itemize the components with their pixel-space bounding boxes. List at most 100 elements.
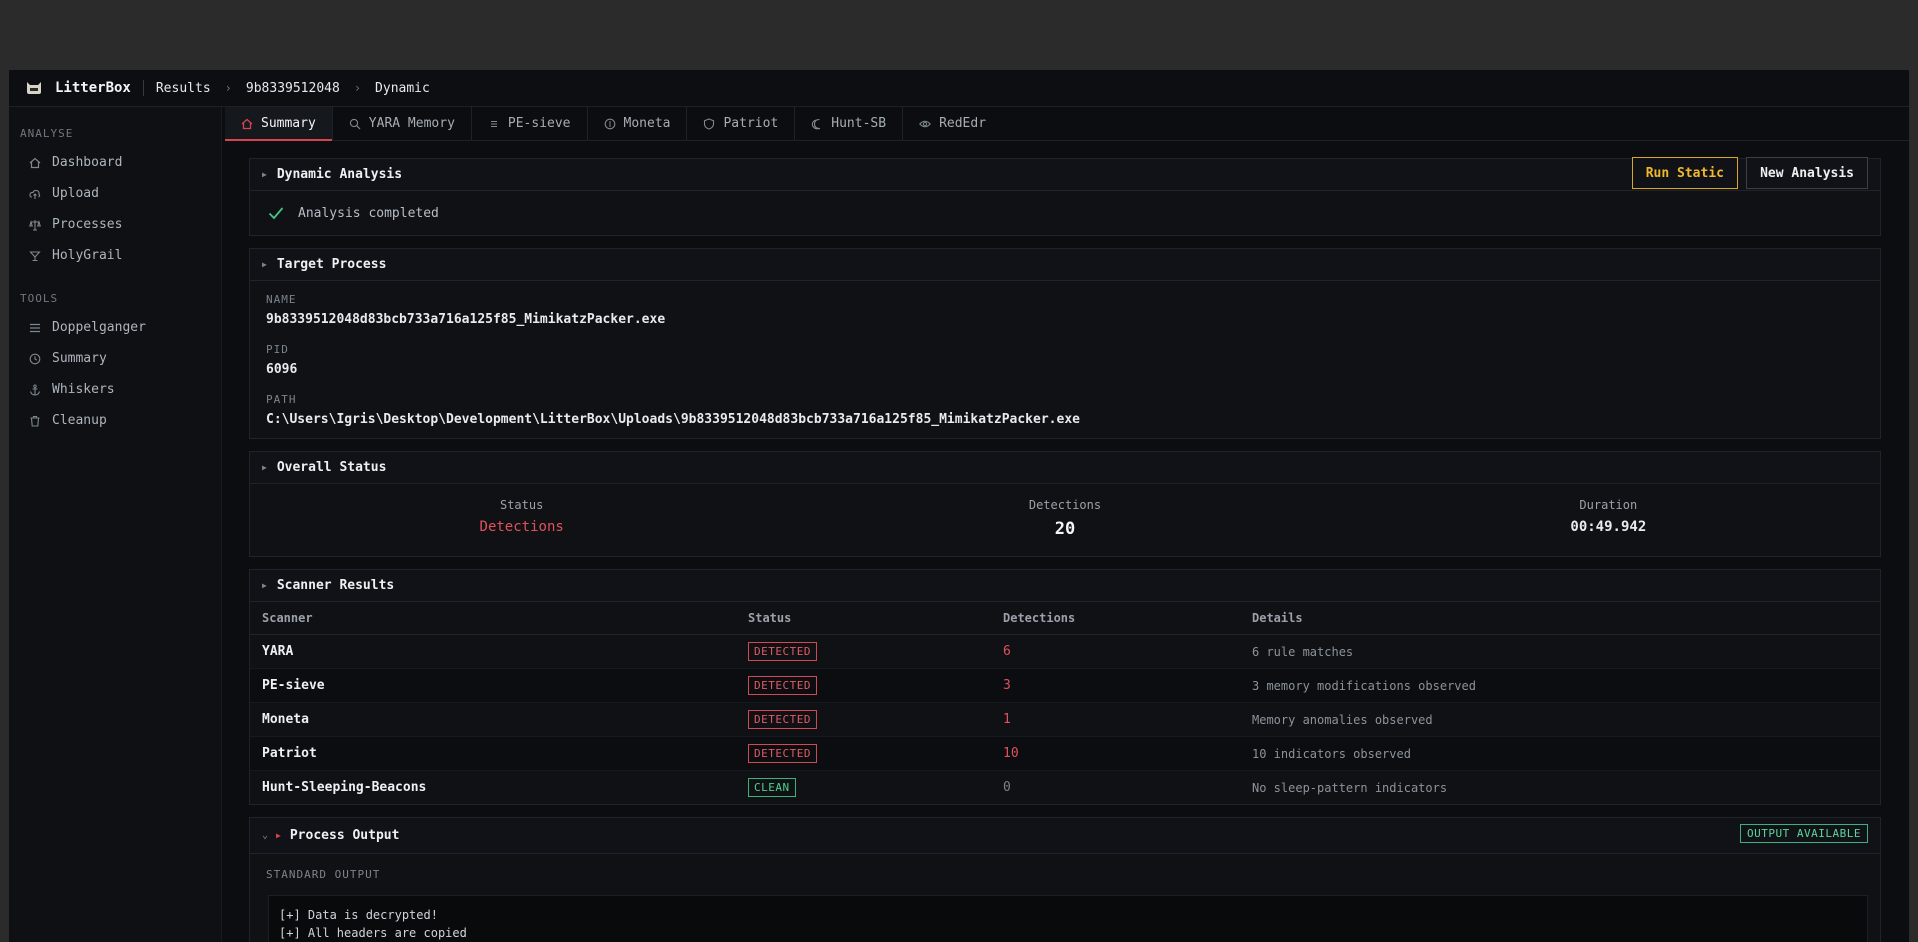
path-value: C:\Users\Igris\Desktop\Development\Litte… (266, 412, 1080, 427)
chevron-right-icon: › (224, 81, 232, 95)
detections-value: 20 (1054, 519, 1076, 539)
scanner-details: No sleep-pattern indicators (1252, 780, 1448, 795)
console-line: [+] All headers are copied (279, 926, 467, 940)
card-title: Dynamic Analysis (276, 167, 403, 182)
tab-pe-sieve[interactable]: PE-sieve (472, 107, 588, 140)
breadcrumb-results[interactable]: Results (156, 81, 211, 96)
field-label: PID (266, 343, 289, 356)
tab-patriot[interactable]: Patriot (687, 107, 796, 140)
tab-label: Moneta (623, 116, 671, 131)
sidebar-item-label: Summary (52, 351, 107, 366)
sidebar-item-cleanup[interactable]: Cleanup (9, 405, 221, 436)
caret-right-icon: ▶ (276, 831, 281, 840)
scanner-results-header[interactable]: ▶ Scanner Results (250, 570, 1880, 602)
table-row: Moneta DETECTED 1 Memory anomalies obser… (250, 702, 1880, 737)
breadcrumb-hash[interactable]: 9b8339512048 (246, 81, 340, 96)
brand-name[interactable]: LitterBox (55, 80, 144, 96)
table-row: Hunt-Sleeping-Beacons CLEAN 0 No sleep-p… (250, 771, 1880, 805)
detection-count: 3 (1003, 668, 1252, 703)
breadcrumb-current: Dynamic (375, 80, 430, 96)
status-badge: DETECTED (748, 710, 817, 729)
tab-hunt-sb[interactable]: Hunt-SB (795, 107, 904, 140)
sidebar-item-label: HolyGrail (52, 248, 123, 263)
tab-summary[interactable]: Summary (225, 107, 333, 141)
stdout-console[interactable]: [+] Data is decrypted! [+] All headers a… (268, 895, 1868, 942)
sidebar-item-dashboard[interactable]: Dashboard (9, 147, 221, 178)
process-output-header[interactable]: ⌄ ▶ Process Output OUTPUT AVAILABLE (250, 818, 1880, 854)
tab-label: PE-sieve (507, 116, 571, 131)
duration-value: 00:49.942 (1570, 519, 1647, 535)
sidebar-item-processes[interactable]: Processes (9, 209, 221, 240)
tab-moneta[interactable]: Moneta (588, 107, 688, 140)
coin-icon (604, 118, 616, 130)
sidebar-section-analyse: ANALYSE (20, 127, 74, 140)
tab-label: YARA Memory (368, 116, 455, 131)
moon-icon (811, 118, 823, 130)
tab-yara-memory[interactable]: YARA Memory (333, 107, 472, 140)
chevron-right-icon: › (353, 81, 362, 95)
sidebar-item-whiskers[interactable]: Whiskers (9, 374, 221, 405)
sidebar-item-label: Dashboard (52, 155, 123, 170)
scanner-results-table: Scanner Status Detections Details YARA D… (250, 602, 1880, 804)
analysis-status-row: Analysis completed (250, 191, 1880, 235)
dynamic-analysis-header[interactable]: ▶ Dynamic Analysis Run Static New Analys… (250, 157, 1880, 191)
detection-count: 10 (1003, 736, 1252, 771)
sidebar-section-tools: TOOLS (20, 292, 59, 305)
table-row: Patriot DETECTED 10 10 indicators observ… (250, 736, 1880, 771)
column-header: Status (748, 602, 1003, 635)
tab-label: Hunt-SB (831, 116, 887, 131)
scale-icon (29, 219, 41, 231)
clock-icon (29, 353, 41, 365)
upload-icon (29, 188, 41, 200)
tab-label: Summary (261, 116, 316, 131)
scanner-details: 6 rule matches (1252, 634, 1880, 669)
scanner-results-card: ▶ Scanner Results Scanner Status Detecti… (249, 569, 1881, 805)
sidebar-item-doppelganger[interactable]: Doppelganger (9, 312, 221, 343)
scanner-details: 3 memory modifications observed (1252, 668, 1880, 703)
scanner-name: Patriot (250, 736, 748, 771)
overall-status-header[interactable]: ▶ Overall Status (250, 452, 1880, 484)
caret-right-icon: ▶ (262, 463, 267, 472)
status-grid: Status Detections Detections 20 Duration… (250, 484, 1880, 556)
scanner-name: PE-sieve (250, 668, 748, 703)
home-icon (241, 118, 253, 130)
process-name-field: NAME 9b8339512048d83bcb733a716a125f85_Mi… (250, 293, 1880, 327)
sidebar-item-summary[interactable]: Summary (9, 343, 221, 374)
card-title: Target Process (276, 257, 387, 272)
caret-right-icon: ▶ (262, 581, 267, 590)
new-analysis-button[interactable]: New Analysis (1746, 157, 1868, 189)
home-icon (29, 157, 41, 169)
card-title: Overall Status (276, 460, 387, 475)
tab-rededr[interactable]: RedEdr (903, 107, 1002, 140)
path-field: PATH C:\Users\Igris\Desktop\Development\… (250, 393, 1880, 427)
sidebar-item-upload[interactable]: Upload (9, 178, 221, 209)
sidebar-item-label: Cleanup (52, 413, 107, 428)
target-process-header[interactable]: ▶ Target Process (250, 249, 1880, 281)
app-window: LitterBox Results › 9b8339512048 › Dynam… (9, 70, 1909, 942)
scanner-name: Hunt-Sleeping-Beacons (262, 780, 427, 795)
status-value: Detections (479, 519, 564, 535)
target-process-card: ▶ Target Process NAME 9b8339512048d83bcb… (249, 248, 1881, 439)
sidebar-item-label: Whiskers (52, 382, 115, 397)
analysis-status-text: Analysis completed (298, 205, 439, 221)
table-row: YARA DETECTED 6 6 rule matches (250, 634, 1880, 669)
card-title: Scanner Results (276, 578, 395, 593)
process-output-card: ⌄ ▶ Process Output OUTPUT AVAILABLE STAN… (249, 817, 1881, 942)
scanner-name: Moneta (250, 702, 748, 737)
column-header: Detections (1003, 602, 1252, 635)
status-badge: DETECTED (748, 676, 817, 695)
run-static-button[interactable]: Run Static (1631, 157, 1738, 189)
stat-label: Detections (1028, 498, 1102, 512)
status-badge: DETECTED (748, 642, 817, 661)
caret-right-icon: ▶ (262, 260, 267, 269)
field-label: PATH (266, 393, 297, 406)
trash-icon (29, 415, 41, 427)
column-header: Details (1252, 602, 1880, 635)
main-content: ▶ Dynamic Analysis Run Static New Analys… (249, 157, 1881, 942)
menu-icon (488, 118, 500, 130)
duration-stat: Duration 00:49.942 (1337, 484, 1880, 556)
sidebar-item-label: Doppelganger (52, 320, 146, 335)
detections-stat: Detections 20 (793, 484, 1336, 556)
sidebar-item-holygrail[interactable]: HolyGrail (9, 240, 221, 271)
list-icon (29, 322, 41, 334)
